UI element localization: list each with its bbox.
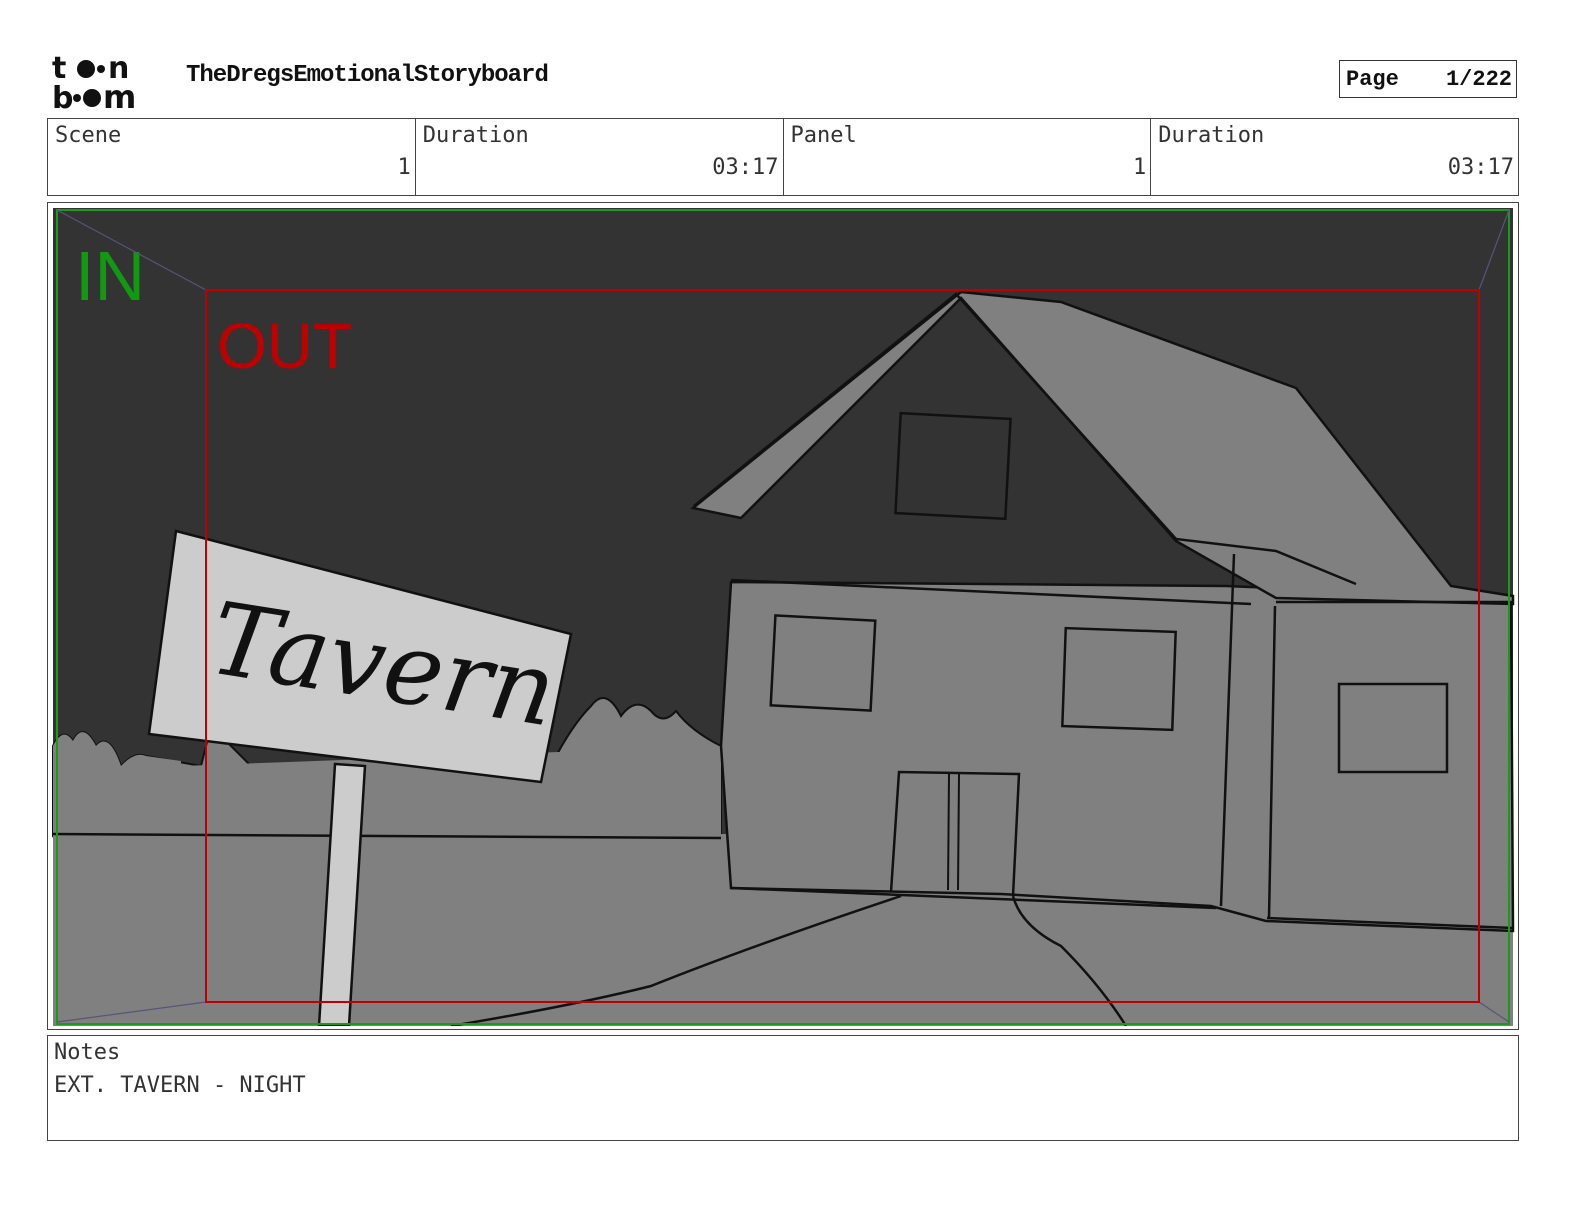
panel-cell: Panel 1 xyxy=(784,119,1152,195)
storyboard-drawing: Tavern IN OUT xyxy=(52,208,1515,1026)
logo-dot xyxy=(77,60,95,78)
page-number: 1/222 xyxy=(1445,67,1512,92)
scene-cell: Scene 1 xyxy=(48,119,416,195)
logo-letter-m: m xyxy=(103,78,136,112)
door-split xyxy=(947,773,950,891)
door-split xyxy=(957,773,960,891)
panel-duration-value: 03:17 xyxy=(1447,155,1514,180)
in-label: IN xyxy=(75,237,145,315)
project-title: TheDregsEmotionalStoryboard xyxy=(186,62,549,89)
page-label: Page xyxy=(1346,67,1399,92)
storyboard-panel-frame: Tavern IN OUT xyxy=(47,202,1519,1030)
toon-boom-logo: t n b m xyxy=(52,52,136,112)
logo-dot xyxy=(83,89,101,107)
scene-duration-cell: Duration 03:17 xyxy=(416,119,784,195)
notes-text: EXT. TAVERN - NIGHT xyxy=(54,1073,306,1098)
out-label: OUT xyxy=(217,310,352,382)
scene-number: 1 xyxy=(397,155,411,180)
scene-duration-label: Duration xyxy=(422,123,529,148)
panel-duration-cell: Duration 03:17 xyxy=(1151,119,1518,195)
panel-number: 1 xyxy=(1133,155,1147,180)
notes-box: Notes EXT. TAVERN - NIGHT xyxy=(47,1035,1519,1141)
logo-dot xyxy=(73,94,81,102)
scene-label: Scene xyxy=(55,123,122,148)
scene-duration-value: 03:17 xyxy=(712,155,779,180)
page-indicator: Page 1/222 xyxy=(1339,60,1517,98)
panel-info-row: Scene 1 Duration 03:17 Panel 1 Duration … xyxy=(47,118,1519,196)
logo-dot xyxy=(97,65,105,73)
logo-letter-b: b xyxy=(52,81,73,112)
panel-label: Panel xyxy=(790,123,857,148)
house-body xyxy=(719,580,1515,933)
notes-label: Notes xyxy=(54,1040,121,1065)
panel-duration-label: Duration xyxy=(1158,123,1265,148)
